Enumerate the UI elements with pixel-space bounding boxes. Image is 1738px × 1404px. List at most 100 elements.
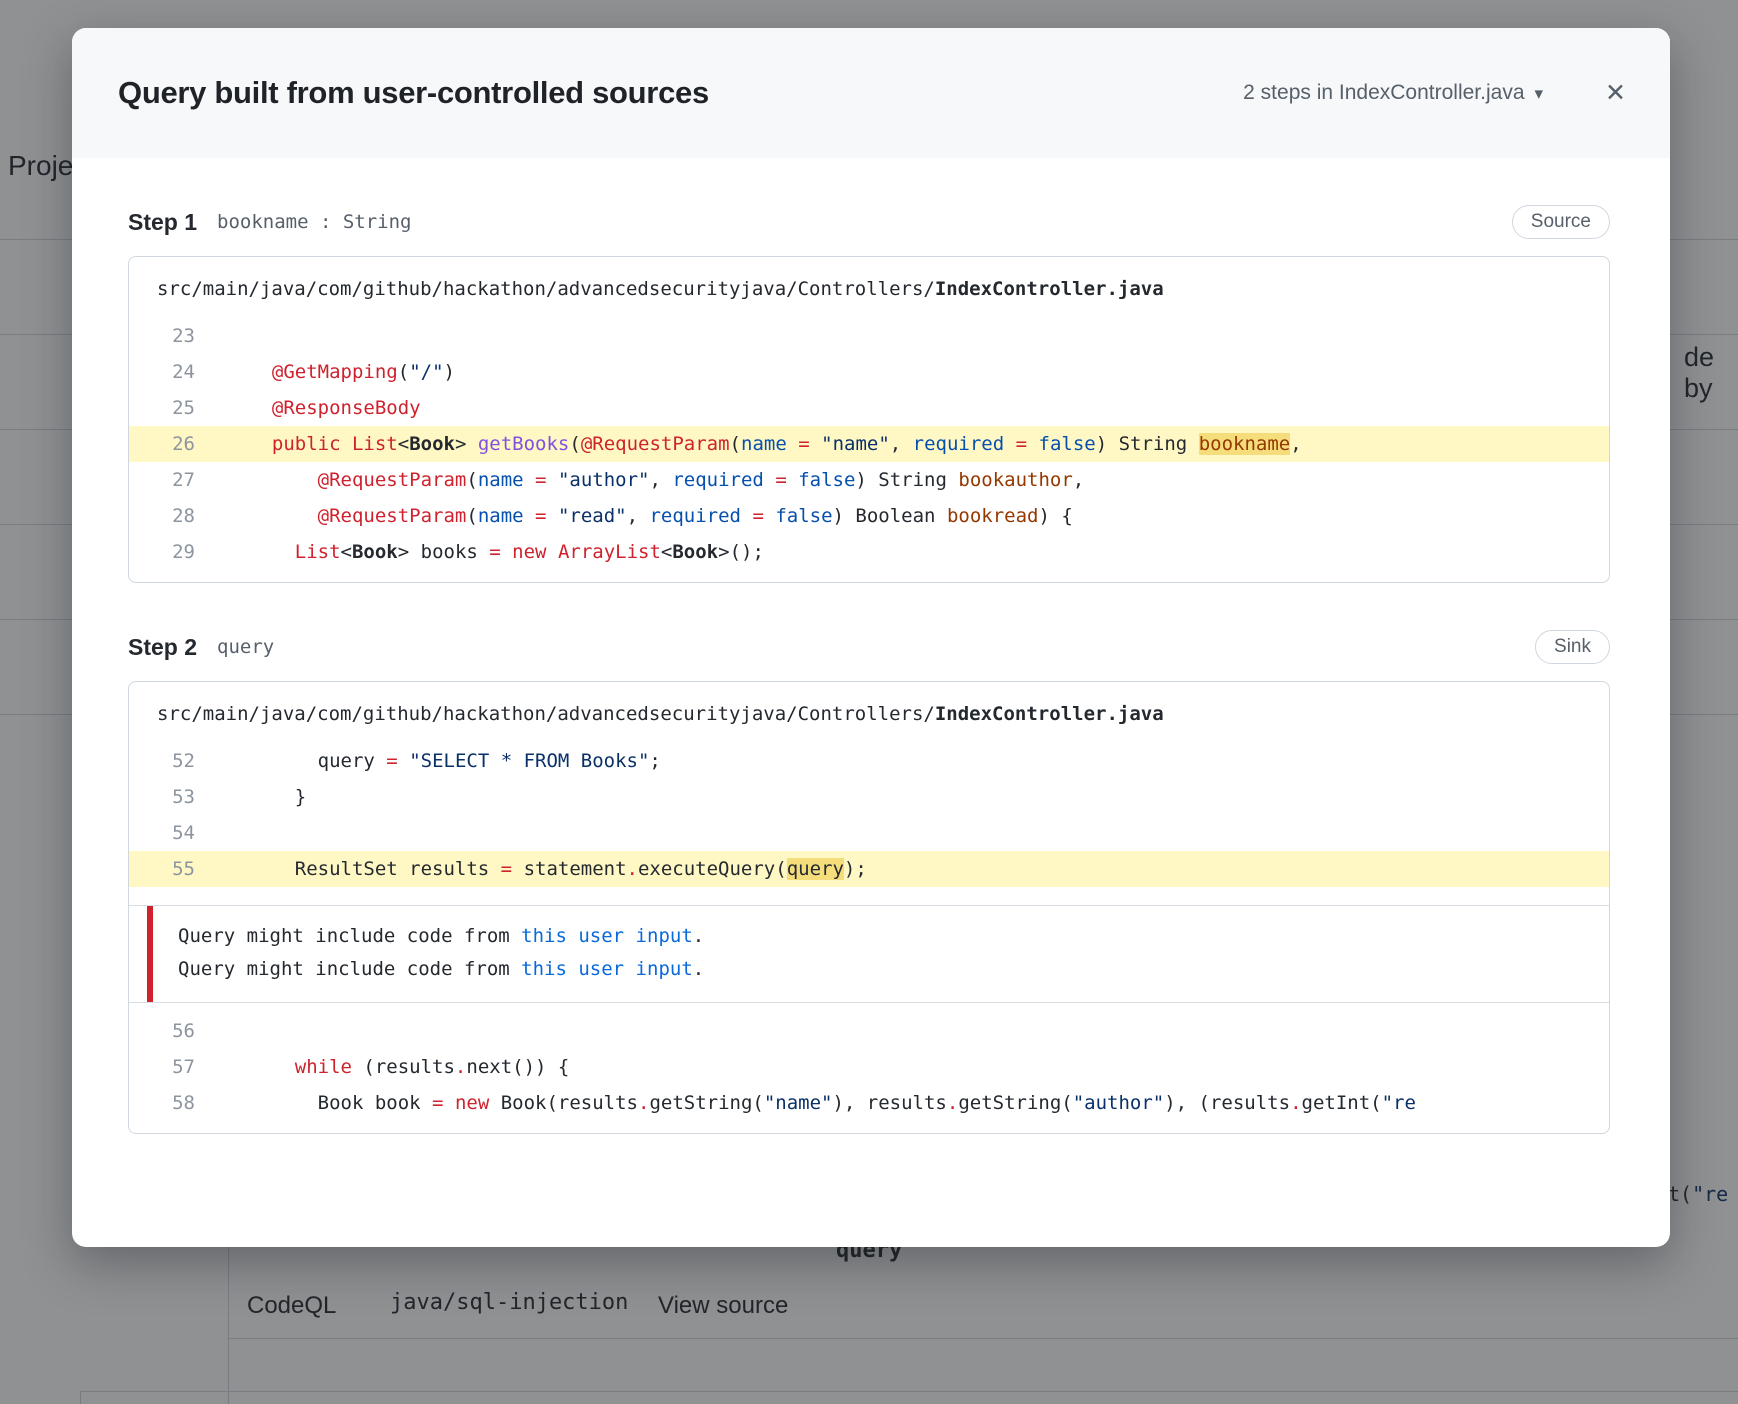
code-token: < <box>340 541 352 563</box>
code-token: < <box>397 433 410 455</box>
code-token: = <box>535 505 547 527</box>
step-sublabel: bookname : String <box>217 211 412 233</box>
line-number: 58 <box>172 1092 195 1114</box>
code-token: @ResponseBody <box>271 397 421 419</box>
code-line: 26 public List<Book> getBooks(@RequestPa… <box>129 426 1609 462</box>
code-lines-block: 56 57 while (results.next()) {58 Book boo… <box>129 1013 1609 1133</box>
code-token: new <box>512 541 547 563</box>
step-label: Step 2 <box>128 633 198 660</box>
code-token: required <box>912 433 1005 455</box>
code-token: Book <box>351 541 398 563</box>
code-token: required <box>649 505 741 527</box>
code-token: ( <box>466 469 478 491</box>
code-token: ); <box>843 858 867 880</box>
code-lines-block: 23 24 @GetMapping("/") 25 @ResponseBody 26 … <box>129 318 1609 582</box>
file-name: IndexController.java <box>934 703 1164 725</box>
code-token: name <box>741 433 787 455</box>
line-number: 27 <box>172 469 195 491</box>
code-text: @RequestParam(name = "read", required = … <box>195 505 1073 527</box>
code-token: , <box>1290 433 1302 455</box>
code-token: ) String <box>1095 433 1199 455</box>
user-input-link[interactable]: this user input <box>521 958 693 980</box>
code-token: @GetMapping <box>271 361 398 383</box>
file-path: src/main/java/com/github/hackathon/advan… <box>129 257 1609 318</box>
code-box: src/main/java/com/github/hackathon/advan… <box>128 256 1610 583</box>
code-token: . <box>637 1092 650 1114</box>
code-token: "name" <box>763 1092 833 1114</box>
code-token: getBooks <box>477 433 570 455</box>
dialog-header: Query built from user-controlled sources… <box>72 28 1670 158</box>
code-token: . <box>1290 1092 1302 1114</box>
code-token: Book <box>409 433 455 455</box>
code-token: ( <box>729 433 741 455</box>
user-input-link[interactable]: this user input <box>521 925 693 947</box>
code-token: (results <box>351 1056 455 1078</box>
code-token: } <box>294 786 307 808</box>
code-token: bookauthor <box>958 469 1073 491</box>
code-token: false <box>775 505 833 527</box>
code-token: executeQuery( <box>637 858 787 880</box>
code-token: required <box>672 469 764 491</box>
code-text: } <box>195 786 306 808</box>
code-token: , <box>649 469 673 491</box>
annotation-line: Query might include code from this user … <box>178 953 1609 986</box>
close-icon[interactable]: ✕ <box>1605 80 1626 106</box>
code-token: "author" <box>557 469 650 491</box>
line-number: 54 <box>172 822 195 844</box>
code-line: 23 <box>129 318 1609 354</box>
step-header: Step 1 bookname : String Source <box>128 202 1610 242</box>
line-number: 55 <box>172 858 195 880</box>
code-token: = <box>798 433 810 455</box>
code-text: while (results.next()) { <box>195 1056 570 1078</box>
code-line: 57 while (results.next()) { <box>129 1049 1609 1085</box>
line-number: 52 <box>172 750 195 772</box>
code-token: ) { <box>1038 505 1073 527</box>
line-number: 26 <box>172 433 195 455</box>
code-box: src/main/java/com/github/hackathon/advan… <box>128 681 1610 1134</box>
line-number: 24 <box>172 361 195 383</box>
code-token: query <box>317 750 387 772</box>
line-number: 25 <box>172 397 195 419</box>
sink-badge: Sink <box>1535 630 1610 664</box>
code-token: ), results <box>832 1092 947 1114</box>
source-badge: Source <box>1511 205 1610 239</box>
highlighted-token: bookname <box>1198 433 1291 455</box>
code-line: 58 Book book = new Book(results.getStrin… <box>129 1085 1609 1121</box>
alert-path-dialog: Query built from user-controlled sources… <box>72 28 1670 1247</box>
code-token: = <box>489 541 501 563</box>
code-token: ( <box>466 505 478 527</box>
code-token: @RequestParam <box>317 505 467 527</box>
code-text: @ResponseBody <box>195 397 421 419</box>
code-token: "author" <box>1072 1092 1165 1114</box>
code-token: bookread <box>946 505 1039 527</box>
code-token: = <box>432 1092 444 1114</box>
annotation-box: Query might include code from this user … <box>129 905 1609 1003</box>
code-token: ( <box>397 361 410 383</box>
code-token: . <box>454 1056 467 1078</box>
file-path-prefix: src/main/java/com/github/hackathon/advan… <box>157 278 935 300</box>
code-token: = <box>535 469 547 491</box>
code-lines-block: 52 query = "SELECT * FROM Books"; 53 } 54 5… <box>129 743 1609 887</box>
code-token: public <box>271 433 341 455</box>
code-token: statement <box>512 858 627 880</box>
code-token: , <box>889 433 913 455</box>
code-token: ) String <box>855 469 959 491</box>
file-path-prefix: src/main/java/com/github/hackathon/advan… <box>157 703 935 725</box>
code-text: public List<Book> getBooks(@RequestParam… <box>195 433 1302 455</box>
code-token: Query might include code from <box>178 958 522 980</box>
dialog-header-actions: 2 steps in IndexController.java ▾ ✕ <box>1243 80 1626 106</box>
chevron-down-icon: ▾ <box>1534 83 1544 103</box>
code-token: Query might include code from <box>178 925 522 947</box>
steps-dropdown-label: 2 steps in IndexController.java <box>1243 81 1525 104</box>
code-token: > <box>454 433 478 455</box>
code-token: new <box>454 1092 490 1114</box>
line-number: 23 <box>172 325 195 347</box>
code-text: query = "SELECT * FROM Books"; <box>195 750 661 772</box>
steps-dropdown[interactable]: 2 steps in IndexController.java ▾ <box>1243 81 1543 105</box>
